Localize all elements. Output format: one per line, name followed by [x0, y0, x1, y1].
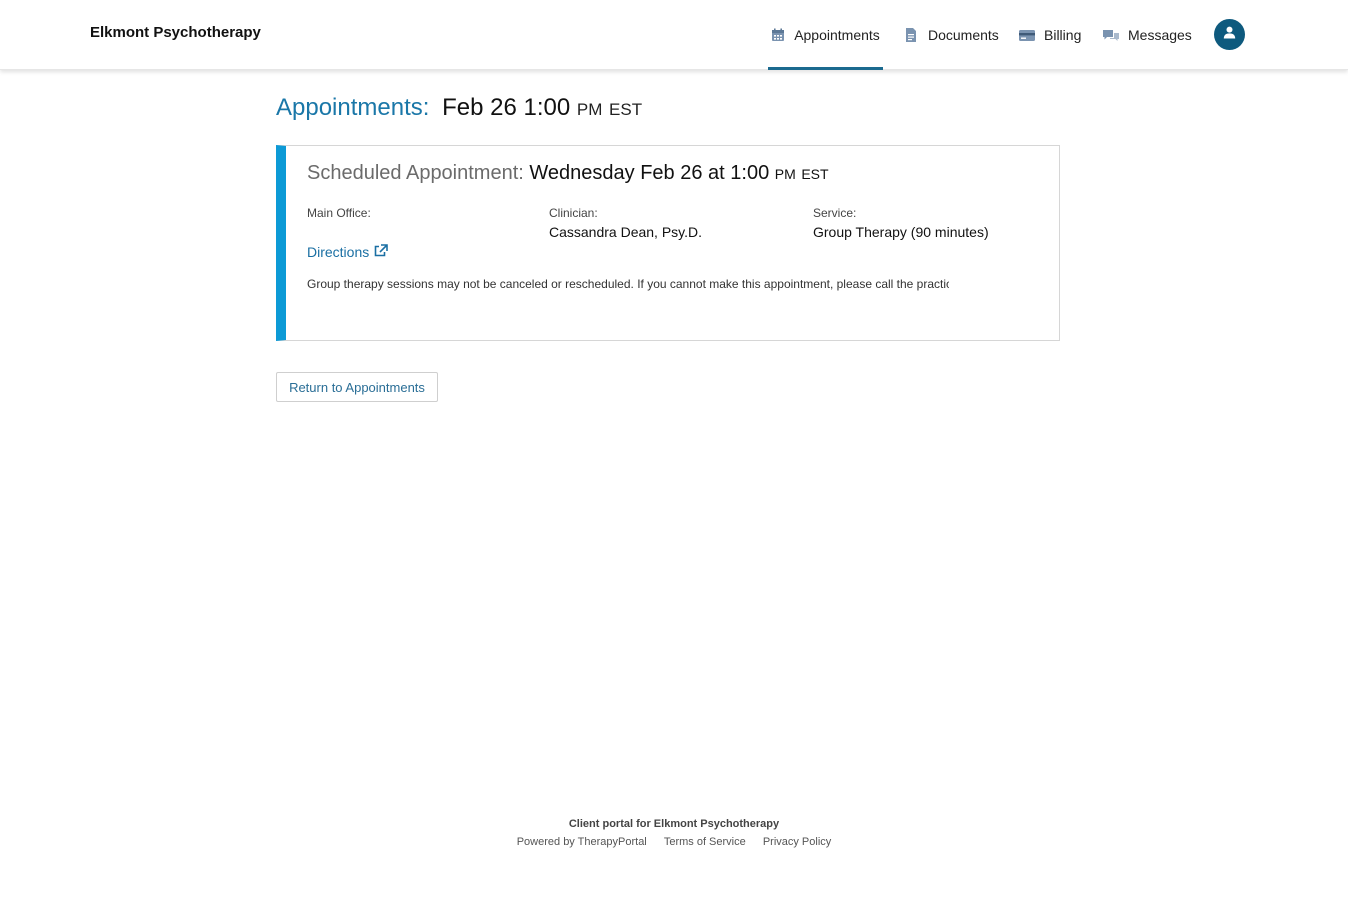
nav-messages[interactable]: Messages: [1103, 0, 1192, 69]
account-avatar[interactable]: [1214, 19, 1245, 50]
cancellation-notice: Group therapy sessions may not be cancel…: [307, 277, 949, 291]
nav-billing[interactable]: Billing: [1019, 0, 1081, 69]
page-title-label: Appointments:: [276, 94, 430, 121]
directions-label: Directions: [307, 244, 370, 260]
page-title: Appointments: Feb 26 1:00 PM EST: [276, 94, 642, 122]
service-value: Group Therapy (90 minutes): [813, 224, 989, 240]
credit-card-icon: [1019, 28, 1035, 42]
directions-link[interactable]: Directions: [307, 244, 389, 260]
powered-by-link[interactable]: Powered by TherapyPortal: [517, 836, 647, 848]
appointment-heading-date: Wednesday Feb 26 at 1:00: [529, 162, 770, 184]
nav-documents-label: Documents: [928, 26, 999, 43]
nav-appointments-label: Appointments: [794, 26, 880, 43]
return-to-appointments-button[interactable]: Return to Appointments: [276, 372, 438, 402]
clinician-value: Cassandra Dean, Psy.D.: [549, 224, 703, 240]
calendar-icon: [771, 28, 785, 42]
terms-of-service-link[interactable]: Terms of Service: [664, 836, 746, 848]
nav-appointments[interactable]: Appointments: [768, 0, 883, 70]
external-link-icon: [369, 244, 389, 260]
brand-name[interactable]: Elkmont Psychotherapy: [90, 24, 261, 41]
nav-messages-label: Messages: [1128, 26, 1192, 43]
appointment-heading-timezone: EST: [801, 166, 829, 182]
nav-documents[interactable]: Documents: [905, 0, 999, 69]
nav-billing-label: Billing: [1044, 26, 1082, 43]
footer-links: Powered by TherapyPortal Terms of Servic…: [0, 836, 1348, 848]
appointment-heading-label: Scheduled Appointment:: [307, 162, 524, 184]
page-title-ampm: PM: [576, 100, 603, 119]
page-title-date: Feb 26 1:00: [442, 94, 571, 121]
location-label: Main Office:: [307, 206, 371, 220]
service-label: Service:: [813, 206, 857, 220]
page-title-timezone: EST: [609, 100, 643, 119]
appointment-heading: Scheduled Appointment: Wednesday Feb 26 …: [307, 162, 829, 185]
clinician-label: Clinician:: [549, 206, 598, 220]
document-icon: [905, 27, 919, 42]
top-navbar: Elkmont Psychotherapy Appointments Docum…: [0, 0, 1348, 70]
user-icon: [1223, 26, 1236, 44]
appointment-heading-ampm: PM: [774, 166, 796, 182]
footer-portal-text: Client portal for Elkmont Psychotherapy: [568, 818, 780, 830]
footer: Client portal for Elkmont Psychotherapy …: [0, 818, 1348, 848]
chat-icon: [1103, 28, 1119, 42]
privacy-policy-link[interactable]: Privacy Policy: [763, 836, 831, 848]
appointment-card: Scheduled Appointment: Wednesday Feb 26 …: [276, 145, 1060, 341]
